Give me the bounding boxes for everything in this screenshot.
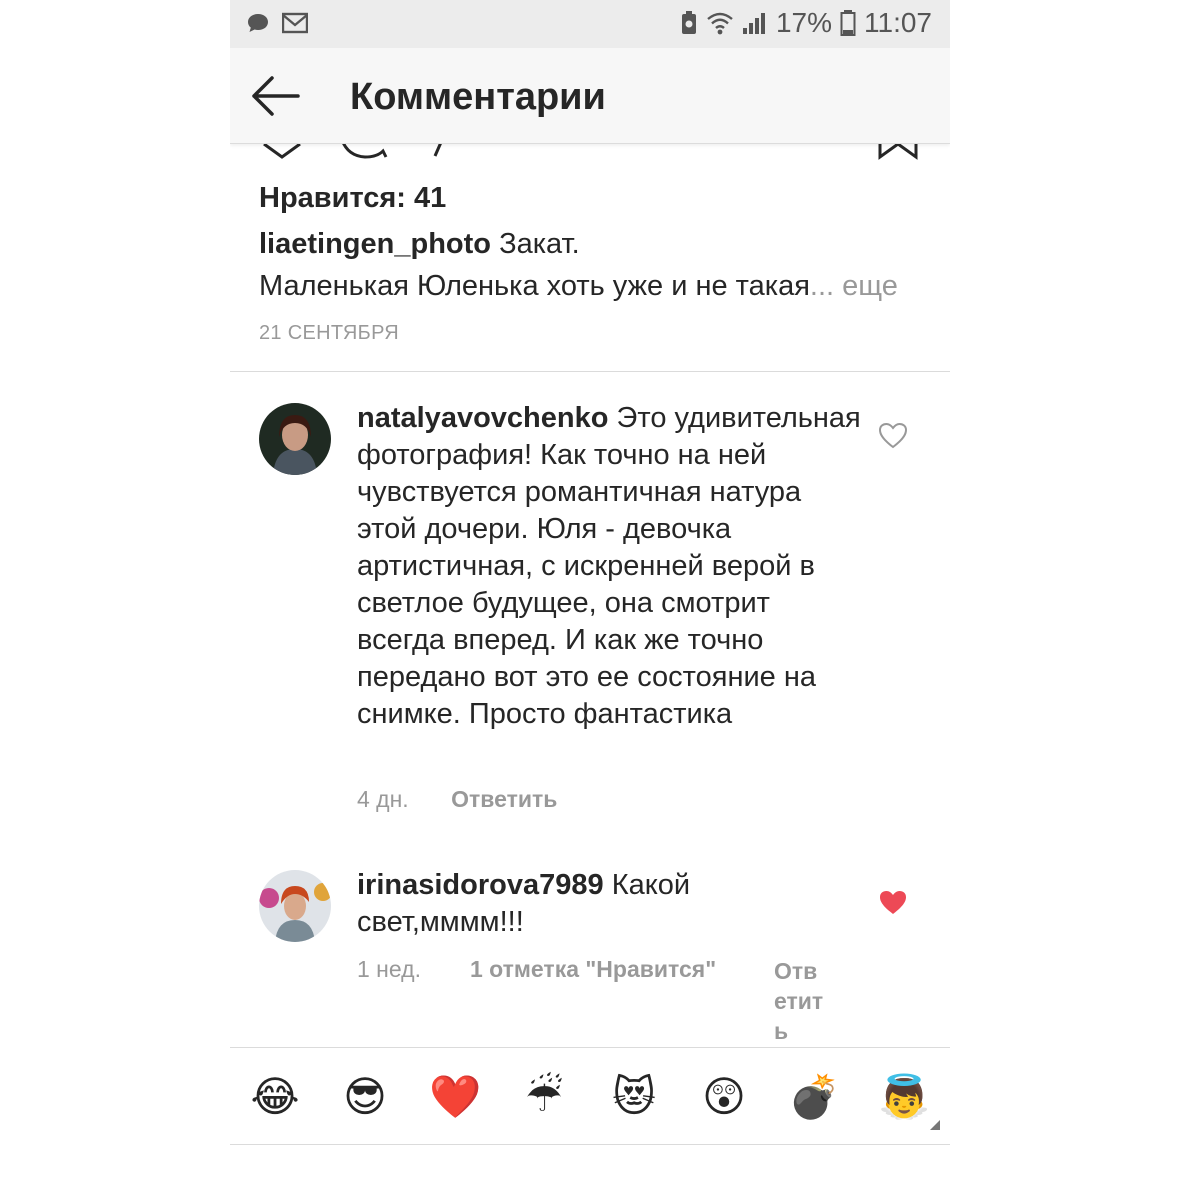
- clock: 11:07: [864, 7, 932, 38]
- more-link[interactable]: ... еще: [810, 270, 898, 302]
- comment-text: irinasidorova7989 Какой свет,мммм!!!: [357, 867, 862, 941]
- emoji-umbrella-icon[interactable]: ☔: [519, 1072, 569, 1122]
- battery-percent: 17%: [775, 7, 832, 38]
- comment-time: 1 нед.: [357, 956, 421, 982]
- phone-screen: 17% 11:07 Комментарии Нравится: 41 liaet…: [230, 0, 950, 1181]
- heart-outline-icon[interactable]: [878, 422, 908, 450]
- caption-continuation: Маленькая Юленька хоть уже и не такая...…: [259, 270, 898, 303]
- corner-indicator: [930, 1120, 940, 1130]
- system-status: 17% 11:07: [680, 7, 932, 39]
- reply-button[interactable]: Ответить: [774, 956, 826, 1046]
- post-caption: liaetingen_photo Закат.: [259, 228, 580, 261]
- chat-bubble-icon: [248, 14, 268, 32]
- reply-button[interactable]: Ответить: [451, 786, 557, 812]
- comment-text: natalyavovchenko Это удивительная фотогр…: [357, 400, 862, 733]
- signal-icon: [742, 13, 765, 34]
- back-button[interactable]: [248, 70, 304, 122]
- wifi-icon: [707, 12, 733, 35]
- post-likes-count[interactable]: Нравится: 41: [259, 182, 446, 215]
- status-bar: 17% 11:07: [230, 0, 950, 48]
- battery-saver-icon: [681, 11, 696, 34]
- emoji-heart-eyes-cat-icon[interactable]: 😻: [609, 1072, 659, 1122]
- arrow-left-icon: [252, 76, 300, 116]
- notification-icons: [246, 11, 308, 35]
- heart-filled-icon[interactable]: [878, 889, 908, 917]
- battery-icon: [840, 10, 856, 36]
- comment-username[interactable]: natalyavovchenko: [357, 402, 608, 434]
- avatar[interactable]: [259, 870, 331, 942]
- emoji-astonished-icon[interactable]: 😲: [699, 1072, 749, 1122]
- comment-username[interactable]: irinasidorova7989: [357, 869, 604, 901]
- like-post-icon[interactable]: [263, 142, 301, 159]
- emoji-laughing-icon[interactable]: 😂: [250, 1072, 300, 1122]
- comment-meta: 4 дн. Ответить: [357, 786, 557, 813]
- emoji-quick-bar: 😂 😎 ❤️ ☔ 😻 😲 💣 👼: [230, 1047, 950, 1145]
- post-date: 21 СЕНТЯБРЯ: [259, 322, 400, 344]
- comment-body: Это удивительная фотография! Как точно н…: [357, 402, 861, 730]
- caption-second-line: Маленькая Юленька хоть уже и не такая: [259, 270, 810, 302]
- emoji-bomb-icon[interactable]: 💣: [788, 1072, 840, 1122]
- emoji-sunglasses-icon[interactable]: 😎: [340, 1072, 390, 1122]
- emoji-heart-icon[interactable]: ❤️: [429, 1072, 481, 1122]
- comment-time: 4 дн.: [357, 786, 409, 812]
- comment-likes-count[interactable]: 1 отметка "Нравится": [470, 956, 716, 983]
- post-author-username[interactable]: liaetingen_photo: [259, 228, 491, 260]
- emoji-angel-icon[interactable]: 👼: [878, 1072, 930, 1122]
- avatar[interactable]: [259, 403, 331, 475]
- caption-start: Закат.: [499, 228, 580, 260]
- page-title: Комментарии: [350, 76, 606, 118]
- app-header: Комментарии: [230, 48, 950, 144]
- divider: [230, 371, 950, 372]
- mail-icon: [282, 12, 308, 34]
